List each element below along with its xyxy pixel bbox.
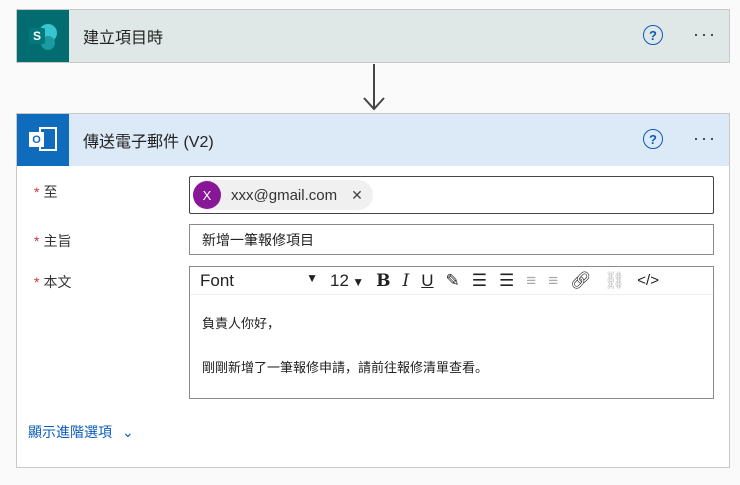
- underline-button[interactable]: U: [415, 271, 439, 291]
- code-view-button[interactable]: </>: [631, 272, 665, 289]
- remove-recipient-icon[interactable]: ✕: [351, 187, 363, 204]
- more-options-button[interactable]: ···: [693, 128, 717, 149]
- action-title: 傳送電子郵件 (V2): [83, 134, 214, 151]
- trigger-title: 建立項目時: [83, 30, 164, 47]
- avatar: X: [193, 181, 221, 209]
- indent-increase-icon[interactable]: ≡: [520, 271, 542, 291]
- recipient-email: xxx@gmail.com: [231, 186, 338, 204]
- trigger-card[interactable]: S 建立項目時 ? ···: [16, 9, 730, 63]
- help-icon[interactable]: ?: [643, 129, 663, 149]
- show-advanced-options-link[interactable]: 顯示進階選項 ⌄: [28, 422, 134, 442]
- sharepoint-icon: S: [17, 10, 69, 62]
- chevron-down-icon: ⌄: [122, 424, 134, 440]
- font-select[interactable]: Font ▼: [194, 271, 324, 291]
- italic-button[interactable]: I: [397, 271, 416, 291]
- highlight-pen-icon[interactable]: ✎: [440, 271, 466, 291]
- to-label: * 至: [34, 184, 58, 200]
- bold-button[interactable]: B: [370, 271, 396, 291]
- editor-toolbar: Font ▼ 12 ▼ B I U ✎ ☰ ☰ ≡ ≡ 🔗︎ ⛓︎ </>: [190, 267, 713, 295]
- body-content[interactable]: 負責人你好， 剛剛新增了一筆報修申請，請前往報修清單查看。: [190, 295, 713, 397]
- subject-label: * 主旨: [34, 233, 72, 249]
- numbered-list-icon[interactable]: ☰: [493, 271, 520, 291]
- font-size-select[interactable]: 12 ▼: [324, 271, 370, 291]
- arrow-down-icon: [363, 64, 385, 111]
- more-options-button[interactable]: ···: [693, 24, 717, 45]
- subject-input[interactable]: [189, 224, 714, 255]
- help-icon[interactable]: ?: [643, 25, 663, 45]
- bullet-list-icon[interactable]: ☰: [466, 271, 493, 291]
- body-label: * 本文: [34, 274, 72, 290]
- outlook-icon: O: [17, 114, 69, 166]
- action-card: O 傳送電子郵件 (V2) ? ··· * 至 X xxx@gmail.com ✕…: [16, 113, 730, 468]
- indent-decrease-icon[interactable]: ≡: [542, 271, 564, 291]
- to-field[interactable]: X xxx@gmail.com ✕: [189, 176, 714, 214]
- link-icon[interactable]: 🔗︎: [564, 271, 598, 291]
- unlink-icon[interactable]: ⛓︎: [598, 271, 632, 291]
- body-editor[interactable]: Font ▼ 12 ▼ B I U ✎ ☰ ☰ ≡ ≡ 🔗︎ ⛓︎ </> 負責人…: [189, 266, 714, 399]
